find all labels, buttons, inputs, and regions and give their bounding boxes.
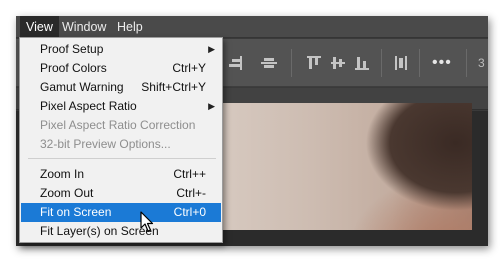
- distribute-icon[interactable]: [394, 56, 408, 70]
- menu-item-proof-colors[interactable]: Proof Colors Ctrl+Y: [21, 59, 221, 78]
- menu-item-label: Gamut Warning: [40, 80, 124, 94]
- toolbar-partial-value: 3: [478, 56, 485, 70]
- menu-item-pixel-aspect-ratio[interactable]: Pixel Aspect Ratio ▶: [21, 97, 221, 116]
- align-horizontal-centers-icon[interactable]: [261, 56, 277, 70]
- menu-window[interactable]: Window: [56, 16, 112, 38]
- menu-item-shortcut: Ctrl+0: [173, 205, 206, 219]
- menu-separator: [28, 158, 216, 159]
- photo-canvas: [206, 103, 472, 230]
- menu-item-label: Zoom Out: [40, 186, 94, 200]
- menu-view[interactable]: View: [20, 16, 59, 38]
- more-options-icon[interactable]: •••: [432, 54, 452, 72]
- align-bottom-edges-icon[interactable]: [355, 56, 369, 70]
- menu-item-shortcut: Shift+Ctrl+Y: [141, 80, 206, 94]
- menu-item-32bit-preview-options: 32-bit Preview Options...: [21, 135, 221, 154]
- menu-item-label: Proof Setup: [40, 42, 104, 56]
- submenu-arrow-icon: ▶: [208, 101, 215, 111]
- menu-item-label: Zoom In: [40, 167, 85, 181]
- toolbar-separator: [291, 49, 292, 77]
- toolbar-separator: [381, 49, 382, 77]
- menu-item-label: Pixel Aspect Ratio: [40, 99, 137, 113]
- align-top-edges-icon[interactable]: [307, 56, 321, 70]
- menu-item-shortcut: Ctrl++: [173, 167, 206, 181]
- menu-help[interactable]: Help: [111, 16, 149, 38]
- menu-item-label: 32-bit Preview Options...: [40, 137, 171, 151]
- menu-item-shortcut: Ctrl+Y: [172, 61, 206, 75]
- menu-item-label: Fit on Screen: [40, 205, 112, 219]
- menu-item-label: Pixel Aspect Ratio Correction: [40, 118, 196, 132]
- submenu-arrow-icon: ▶: [208, 44, 215, 54]
- view-menu-dropdown: Proof Setup ▶ Proof Colors Ctrl+Y Gamut …: [19, 37, 223, 243]
- menu-item-shortcut: Ctrl+-: [176, 186, 206, 200]
- menu-item-zoom-in[interactable]: Zoom In Ctrl++: [21, 165, 221, 184]
- toolbar-separator: [466, 49, 467, 77]
- menu-item-fit-on-screen[interactable]: Fit on Screen Ctrl+0: [21, 203, 221, 222]
- align-right-edges-icon[interactable]: [229, 56, 243, 70]
- menu-item-pixel-aspect-ratio-correction: Pixel Aspect Ratio Correction: [21, 116, 221, 135]
- menu-item-label: Proof Colors: [40, 61, 107, 75]
- mouse-pointer-icon: [140, 211, 154, 232]
- toolbar-separator: [419, 49, 420, 77]
- menu-item-zoom-out[interactable]: Zoom Out Ctrl+-: [21, 184, 221, 203]
- align-vertical-centers-icon[interactable]: [331, 56, 345, 70]
- menu-bar: View Window Help: [16, 16, 488, 38]
- menu-item-gamut-warning[interactable]: Gamut Warning Shift+Ctrl+Y: [21, 78, 221, 97]
- menu-item-fit-layers-on-screen[interactable]: Fit Layer(s) on Screen: [21, 222, 221, 241]
- menu-item-proof-setup[interactable]: Proof Setup ▶: [21, 40, 221, 59]
